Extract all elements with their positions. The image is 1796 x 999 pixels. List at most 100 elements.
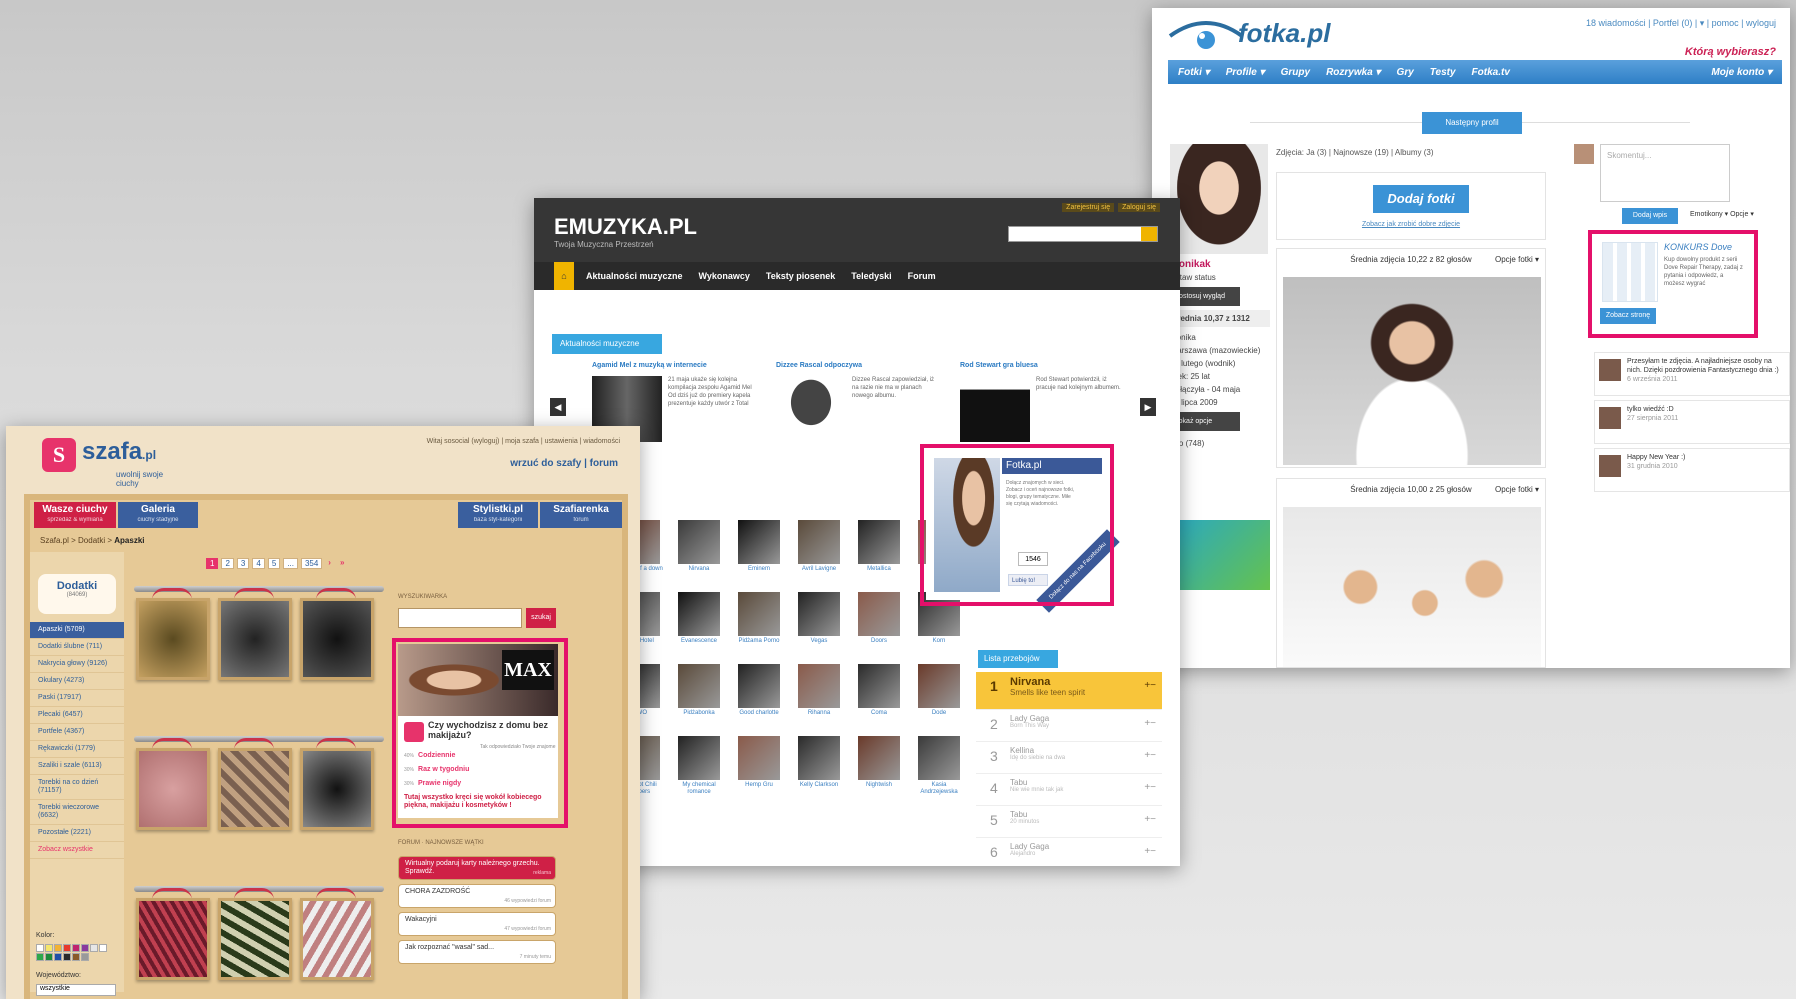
nav-lyrics[interactable]: Teksty piosenek [766, 271, 835, 281]
sidebar-category[interactable]: Szaliki i szale (6113) [30, 758, 124, 775]
vote-icon[interactable]: +− [1144, 750, 1156, 761]
breadcrumb[interactable]: Szafa.pl > Dodatki > Apaszki [40, 536, 145, 545]
last-page-icon[interactable]: » [337, 558, 347, 569]
chart-artist[interactable]: Lady Gaga [1010, 714, 1162, 723]
page-link[interactable]: ... [283, 558, 298, 569]
nav-forum[interactable]: Forum [908, 271, 936, 281]
sidebar-category[interactable]: Torebki wieczorowe (6632) [30, 800, 124, 825]
profile-photo[interactable] [1283, 277, 1541, 465]
chart-entry[interactable]: 5 Tabu 20 minutos +− [976, 806, 1162, 838]
fotka-logo[interactable]: fotka.pl [1238, 18, 1330, 49]
sidebar-category[interactable]: Okulary (4273) [30, 673, 124, 690]
next-profile-button[interactable]: Następny profil [1422, 112, 1522, 134]
chart-entry[interactable]: 3 Kellina Idę do siebie na dwa +− [976, 742, 1162, 774]
color-swatch[interactable] [36, 953, 44, 961]
chart-artist[interactable]: Lady Gaga [1010, 842, 1162, 851]
chart-entry[interactable]: 4 Tabu Nie wie mnie tak jak +− [976, 774, 1162, 806]
chart-song[interactable]: Nie wie mnie tak jak [1010, 787, 1162, 793]
vote-icon[interactable]: +− [1144, 814, 1156, 825]
forum-post[interactable]: Wirtualny podaruj karty należnego grzech… [398, 856, 556, 880]
fotka-nav-gry[interactable]: Gry [1397, 67, 1414, 78]
artist-thumbnail[interactable] [738, 520, 780, 564]
sidebar-category[interactable]: Portfele (4367) [30, 724, 124, 741]
chart-tab[interactable]: Lista przebojów [978, 650, 1058, 668]
sidebar-title[interactable]: Dodatki (84069) [38, 574, 116, 614]
vote-icon[interactable]: +− [1144, 718, 1156, 729]
photo-tabs[interactable]: Zdjęcia: Ja (3) | Najnowsze (19) | Album… [1276, 148, 1434, 157]
page-link[interactable]: 4 [252, 558, 265, 569]
page-link[interactable]: 3 [236, 558, 250, 569]
info-link[interactable]: Info (748) [1170, 437, 1270, 450]
home-icon[interactable]: ⌂ [554, 262, 574, 290]
tab-stylistki[interactable]: Stylistki.pl baza styl-kategorii [458, 502, 538, 528]
group-photo[interactable] [1283, 507, 1541, 667]
color-swatch[interactable] [72, 953, 80, 961]
color-swatch[interactable] [81, 944, 89, 952]
color-swatch[interactable] [63, 944, 71, 952]
upload-photos-button[interactable]: Dodaj fotki [1373, 185, 1469, 213]
show-options-button[interactable]: Pokaż opcje [1170, 412, 1240, 431]
artist-name[interactable]: Rihanna [794, 710, 844, 717]
tab-galeria[interactable]: Galeria ciuchy stadyjne [118, 502, 198, 528]
color-swatch[interactable] [72, 944, 80, 952]
sidebar-category[interactable]: Plecaki (6457) [30, 707, 124, 724]
artist-name[interactable]: Coma [854, 710, 904, 717]
news-image[interactable] [776, 376, 846, 442]
page-link[interactable]: 2 [221, 558, 234, 569]
artist-name[interactable]: Nirvana [674, 566, 724, 573]
artist-thumbnail[interactable] [798, 664, 840, 708]
prev-arrow-icon[interactable]: ◀ [550, 398, 566, 416]
artist-name[interactable]: Pidżama Porno [734, 638, 784, 645]
search-input[interactable] [398, 608, 522, 628]
avatar[interactable] [1599, 359, 1621, 381]
profile-avatar[interactable] [1170, 144, 1268, 254]
next-arrow-icon[interactable]: ▶ [1140, 398, 1156, 416]
sidebar-category[interactable]: Dodatki ślubne (711) [30, 639, 124, 656]
color-swatch[interactable] [54, 944, 62, 952]
chart-song[interactable]: Idę do siebie na dwa [1010, 755, 1162, 761]
search-icon[interactable] [1141, 227, 1157, 241]
clothing-item[interactable] [300, 898, 374, 980]
fotka-nav-tv[interactable]: Fotka.tv [1472, 67, 1510, 78]
color-swatch[interactable] [63, 953, 71, 961]
fotka-tagline[interactable]: Którą wybierasz? [1685, 46, 1776, 58]
artist-thumbnail[interactable] [798, 520, 840, 564]
news-item[interactable]: Dizzee Rascal odpoczywa Dizzee Rascal za… [776, 362, 946, 452]
artist-name[interactable]: Dode [914, 710, 964, 717]
fotka-nav-testy[interactable]: Testy [1430, 67, 1456, 78]
emoticons-dropdown[interactable]: Emotikony ▾ Opcje ▾ [1690, 210, 1754, 218]
emuzyka-logo[interactable]: EMUZYKA.PL Twoja Muzyczna Przestrzeń [554, 214, 697, 249]
clothing-item[interactable] [218, 748, 292, 830]
artist-thumbnail[interactable] [678, 736, 720, 780]
chart-artist[interactable]: Nirvana [1010, 676, 1162, 688]
chart-song[interactable]: Smells like teen spirit [1010, 688, 1162, 697]
add-comment-button[interactable]: Dodaj wpis [1622, 208, 1678, 224]
set-status-link[interactable]: Ustaw status [1170, 271, 1270, 284]
register-link[interactable]: Zarejestruj się [1062, 203, 1115, 212]
artist-name[interactable]: My chemical romance [674, 782, 724, 796]
vote-icon[interactable]: +− [1144, 680, 1156, 691]
color-swatch[interactable] [90, 944, 98, 952]
artist-thumbnail[interactable] [678, 520, 720, 564]
color-swatch[interactable] [81, 953, 89, 961]
clothing-item[interactable] [300, 748, 374, 830]
login-link[interactable]: Zaloguj się [1118, 203, 1160, 212]
photo-options-dropdown[interactable]: Opcje fotki ▾ [1495, 485, 1539, 494]
clothing-item[interactable] [218, 898, 292, 980]
chart-artist[interactable]: Kellina [1010, 746, 1162, 755]
artist-name[interactable]: Hemp Gru [734, 782, 784, 789]
nav-videos[interactable]: Teledyski [851, 271, 891, 281]
sidebar-category[interactable]: Nakrycia głowy (9126) [30, 656, 124, 673]
clothing-item[interactable] [136, 598, 210, 680]
region-select[interactable]: wszystkie [36, 984, 116, 996]
artist-thumbnail[interactable] [858, 664, 900, 708]
fotka-nav-account[interactable]: Moje konto ▾ [1711, 67, 1772, 78]
clothing-item[interactable] [136, 748, 210, 830]
sidebar-category[interactable]: Apaszki (5709) [30, 622, 124, 639]
page-link[interactable]: 354 [300, 558, 323, 569]
chart-song[interactable]: Alejandro [1010, 851, 1162, 857]
artist-thumbnail[interactable] [738, 664, 780, 708]
vote-icon[interactable]: +− [1144, 846, 1156, 857]
artist-name[interactable]: Doors [854, 638, 904, 645]
artist-thumbnail[interactable] [678, 664, 720, 708]
